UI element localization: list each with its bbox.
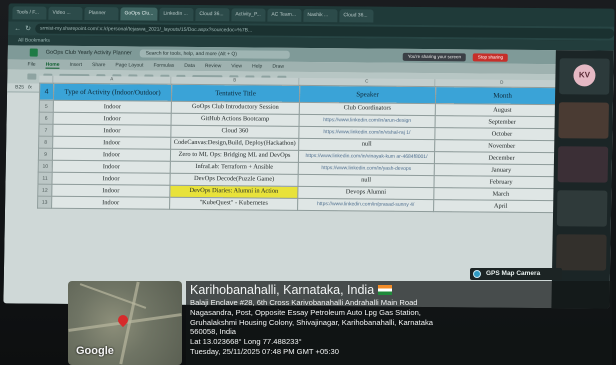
- participant-tile[interactable]: [556, 234, 607, 271]
- refresh-icon[interactable]: ↻: [25, 25, 31, 33]
- browser-tab[interactable]: Activity_P...: [231, 7, 266, 22]
- gps-info-panel: Karihobanahalli, Karnataka, India Balaji…: [186, 281, 612, 365]
- screen-sharing-indicator: You're sharing your screen: [402, 52, 467, 62]
- header-month[interactable]: Month: [435, 86, 570, 105]
- type-cell[interactable]: Indoor: [52, 136, 171, 150]
- type-cell[interactable]: Indoor: [51, 184, 170, 198]
- ribbon-tab[interactable]: Home: [45, 61, 60, 69]
- title-cell[interactable]: Cloud 360: [170, 125, 300, 139]
- row-number[interactable]: 6: [39, 112, 54, 125]
- ribbon-tab[interactable]: Insert: [69, 62, 82, 68]
- type-cell[interactable]: Indoor: [52, 160, 171, 174]
- excel-app-icon[interactable]: [29, 48, 38, 57]
- stop-sharing-button[interactable]: Stop sharing: [472, 53, 509, 62]
- search-input[interactable]: Search for tools, help, and more (Alt + …: [139, 49, 290, 59]
- ribbon-tab[interactable]: Page Layout: [115, 62, 143, 68]
- title-cell[interactable]: CodeCanvas:Design,Build, Deploy(Hackatho…: [170, 137, 299, 151]
- browser-tab[interactable]: GoOps Clu...: [120, 6, 158, 21]
- file-title[interactable]: GoOps Club Yearly Activity Planner: [46, 50, 132, 57]
- browser-tab[interactable]: Cloud 36...: [339, 8, 374, 23]
- participant-tile[interactable]: [557, 146, 609, 183]
- browser-tab[interactable]: Planner: [84, 6, 119, 20]
- photo-of-monitor: Tools / F... Video ... Planner GoOps Clu...…: [0, 0, 616, 365]
- ribbon-tab[interactable]: Data: [184, 63, 195, 69]
- browser-tab[interactable]: Nashik ...: [303, 8, 338, 22]
- ribbon-tab[interactable]: Review: [205, 63, 222, 69]
- location-map-thumbnail: Google: [68, 281, 182, 365]
- type-cell[interactable]: Indoor: [53, 112, 172, 126]
- ribbon-tab[interactable]: View: [231, 63, 242, 69]
- header-type[interactable]: Type of Activity (Indoor/Outdoor): [53, 83, 172, 102]
- fx-icon: fx: [28, 84, 33, 91]
- type-cell[interactable]: Indoor: [51, 196, 170, 210]
- title-cell[interactable]: InfraLab: Terraform + Ansible: [170, 161, 299, 175]
- undo-icon[interactable]: [27, 73, 37, 80]
- speaker-cell[interactable]: https://www.linkedin.com/in/prasad-sunny…: [297, 198, 434, 212]
- browser-tab[interactable]: Video ...: [48, 6, 83, 20]
- title-cell[interactable]: GoOps Club Introductory Session: [171, 101, 300, 115]
- address-line: Balaji Enclave #28, 6th Cross Karivobana…: [190, 298, 418, 307]
- back-icon[interactable]: ←: [14, 25, 21, 32]
- participant-tile[interactable]: [558, 102, 609, 139]
- spreadsheet-grid[interactable]: 4 Type of Activity (Indoor/Outdoor) Tent…: [37, 83, 570, 214]
- month-cell[interactable]: April: [433, 199, 568, 213]
- row-number[interactable]: 7: [38, 124, 54, 137]
- ribbon-tab[interactable]: Formulas: [153, 63, 174, 69]
- address-line: Nagasandra, Post, Opposite Essay Petrole…: [190, 307, 421, 317]
- browser-tab[interactable]: LinkedIn ...: [159, 7, 194, 21]
- row-number[interactable]: 12: [37, 184, 52, 197]
- gps-camera-logo-icon: [473, 270, 481, 278]
- type-cell[interactable]: Indoor: [52, 124, 172, 138]
- participant-tile[interactable]: KV: [559, 58, 610, 95]
- title-cell[interactable]: DevOps Decode(Puzzle Game): [169, 173, 299, 187]
- row-number[interactable]: 13: [37, 196, 52, 209]
- row-number[interactable]: 11: [37, 172, 53, 185]
- place-name: Karihobanahalli, Karnataka, India: [190, 283, 608, 298]
- row-number[interactable]: 4: [39, 83, 54, 101]
- browser-tab[interactable]: Cloud 36...: [195, 7, 230, 21]
- type-cell[interactable]: Indoor: [53, 100, 172, 114]
- ribbon-tab[interactable]: File: [28, 62, 36, 68]
- ribbon-tab[interactable]: Draw: [272, 64, 284, 70]
- row-number[interactable]: 10: [38, 160, 53, 173]
- row-number[interactable]: 9: [38, 148, 53, 161]
- title-cell[interactable]: "KubeQuest" - Kubernetes: [169, 197, 298, 211]
- india-flag-icon: [378, 285, 393, 295]
- row-number[interactable]: 8: [38, 136, 53, 149]
- address-line: 560058, India: [190, 327, 237, 337]
- name-box[interactable]: B25: [15, 84, 24, 90]
- participant-tile[interactable]: [556, 190, 608, 227]
- map-provider-label: Google: [76, 345, 114, 357]
- ribbon-tab[interactable]: Help: [252, 63, 262, 69]
- header-title[interactable]: Tentative Title: [171, 84, 300, 103]
- title-cell[interactable]: DevOps Diaries: Alumni in Action: [169, 185, 298, 199]
- gps-camera-badge: GPS Map Camera: [470, 268, 562, 280]
- header-speaker[interactable]: Speaker: [299, 85, 436, 104]
- monitor-screen: Tools / F... Video ... Planner GoOps Clu...…: [3, 3, 615, 309]
- row-number[interactable]: 5: [39, 100, 54, 113]
- browser-tab[interactable]: AC Team...: [267, 8, 302, 22]
- type-cell[interactable]: Indoor: [51, 172, 171, 186]
- datetime: Tuesday, 25/11/2025 07:48 PM GMT +05:30: [190, 346, 339, 356]
- title-cell[interactable]: Zero to ML Ops: Bridging ML and DevOps: [170, 149, 299, 163]
- ribbon-tab[interactable]: Share: [92, 62, 105, 68]
- avatar: KV: [573, 64, 596, 87]
- address-line: Gruhalakshmi Housing Colony, Shivajinaga…: [190, 317, 433, 327]
- type-cell[interactable]: Indoor: [52, 148, 171, 162]
- coordinates: Lat 13.023668° Long 77.488233°: [190, 337, 302, 347]
- title-cell[interactable]: GitHub Actions Bootcamp: [171, 113, 300, 127]
- gps-camera-brand: GPS Map Camera: [486, 270, 541, 277]
- browser-tab[interactable]: Tools / F...: [12, 5, 47, 20]
